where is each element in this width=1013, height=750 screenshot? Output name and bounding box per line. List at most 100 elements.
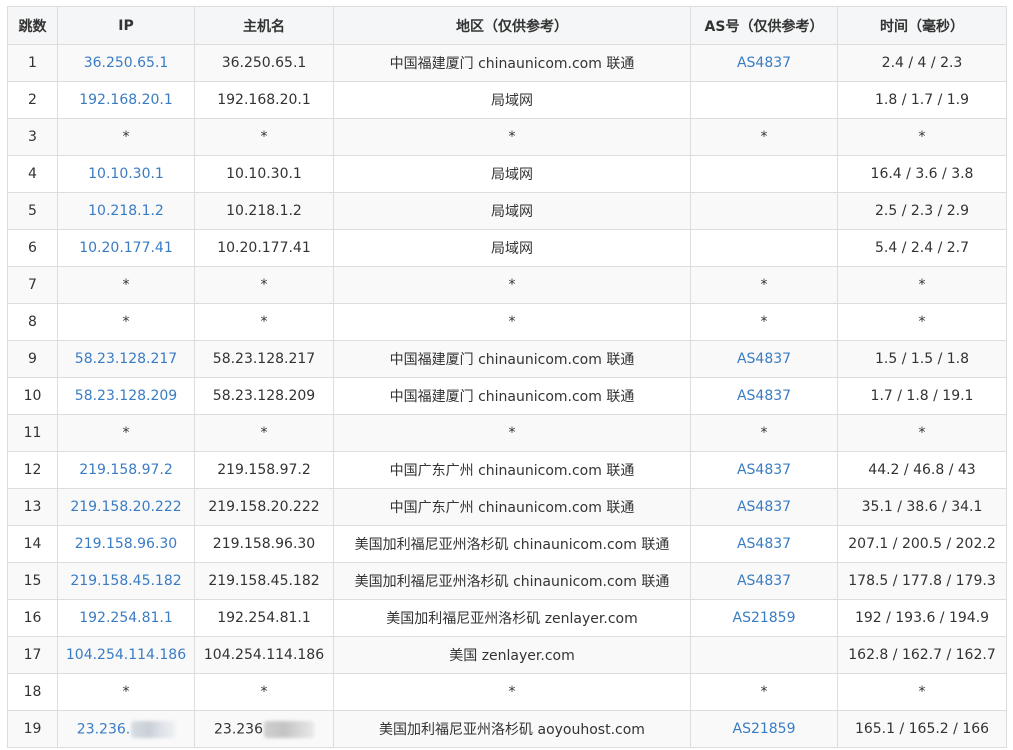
ip-cell-link[interactable]: 10.20.177.41 — [79, 240, 173, 256]
time-cell: * — [837, 303, 1007, 341]
time-cell-text: 178.5 / 177.8 / 179.3 — [848, 573, 996, 589]
hop-cell-text: 18 — [23, 684, 42, 700]
as-cell-text: * — [760, 314, 768, 330]
ip-cell-link[interactable]: 219.158.96.30 — [75, 536, 177, 552]
time-cell: * — [837, 673, 1007, 711]
ip-cell: 219.158.45.182 — [57, 562, 195, 600]
hop-cell: 17 — [7, 636, 58, 674]
as-cell-link[interactable]: AS4837 — [737, 462, 791, 478]
hostname-cell-text: 10.218.1.2 — [226, 203, 302, 219]
hop-cell-text: 14 — [23, 536, 42, 552]
ip-cell-link[interactable]: 10.218.1.2 — [88, 203, 164, 219]
hop-cell-text: 17 — [23, 647, 42, 663]
region-cell-text: 局域网 — [491, 241, 533, 257]
region-cell: 中国广东广州 chinaunicom.com 联通 — [333, 488, 691, 526]
hostname-cell: 192.254.81.1 — [194, 599, 334, 637]
hostname-cell: * — [194, 303, 334, 341]
hostname-cell: 10.10.30.1 — [194, 155, 334, 193]
as-cell: * — [690, 266, 838, 304]
region-cell: 局域网 — [333, 155, 691, 193]
time-cell-text: * — [918, 129, 926, 145]
ip-cell-link[interactable]: 58.23.128.209 — [75, 388, 177, 404]
table-row: 3 * * * * * — [7, 118, 1007, 156]
table-header: 跳数 IP 主机名 地区（仅供参考） AS号（仅供参考） 时间（毫秒） — [7, 6, 1007, 45]
header-hostname: 主机名 — [194, 6, 334, 45]
hop-cell-text: 1 — [28, 55, 37, 71]
time-cell-text: * — [918, 425, 926, 441]
as-cell: * — [690, 118, 838, 156]
as-cell: AS4837 — [690, 44, 838, 82]
hop-cell: 5 — [7, 192, 58, 230]
header-time-ms: 时间（毫秒） — [837, 6, 1007, 45]
ip-cell-link[interactable]: 219.158.20.222 — [70, 499, 181, 515]
as-cell-link[interactable]: AS4837 — [737, 55, 791, 71]
hop-cell-text: 6 — [28, 240, 37, 256]
hop-cell: 13 — [7, 488, 58, 526]
time-cell-text: * — [918, 684, 926, 700]
table-row: 15 219.158.45.182 219.158.45.182 美国加利福尼亚州洛杉… — [7, 562, 1007, 600]
ip-cell-link[interactable]: 58.23.128.217 — [75, 351, 177, 367]
table-row: 11 * * * * * — [7, 414, 1007, 452]
region-cell: 中国福建厦门 chinaunicom.com 联通 — [333, 44, 691, 82]
ip-cell-link[interactable]: 36.250.65.1 — [84, 55, 169, 71]
ip-cell-link[interactable]: 104.254.114.186 — [66, 647, 186, 663]
as-cell-link[interactable]: AS4837 — [737, 388, 791, 404]
hostname-cell: * — [194, 414, 334, 452]
as-cell-link[interactable]: AS21859 — [733, 610, 796, 626]
ip-cell-link[interactable]: 192.254.81.1 — [79, 610, 173, 626]
region-cell: 局域网 — [333, 229, 691, 267]
region-cell: * — [333, 414, 691, 452]
time-cell-text: 207.1 / 200.5 / 202.2 — [848, 536, 996, 552]
as-cell: * — [690, 414, 838, 452]
header-hop: 跳数 — [7, 6, 58, 45]
ip-cell-link[interactable]: 10.10.30.1 — [88, 166, 164, 182]
ip-cell: 10.20.177.41 — [57, 229, 195, 267]
ip-cell-link[interactable]: 192.168.20.1 — [79, 92, 173, 108]
header-as-number: AS号（仅供参考） — [690, 6, 838, 45]
hop-cell: 4 — [7, 155, 58, 193]
ip-cell-link[interactable]: 23.236. — [77, 721, 130, 737]
hop-cell-text: 3 — [28, 129, 37, 145]
time-cell-text: 2.5 / 2.3 / 2.9 — [874, 203, 970, 219]
region-cell: 美国加利福尼亚州洛杉矶 zenlayer.com — [333, 599, 691, 637]
hop-cell: 12 — [7, 451, 58, 489]
ip-cell-link[interactable]: 219.158.97.2 — [79, 462, 173, 478]
hop-cell-text: 16 — [23, 610, 42, 626]
hostname-cell: 219.158.20.222 — [194, 488, 334, 526]
as-cell: AS4837 — [690, 377, 838, 415]
time-cell: 16.4 / 3.6 / 3.8 — [837, 155, 1007, 193]
time-cell: 35.1 / 38.6 / 34.1 — [837, 488, 1007, 526]
region-cell-text: * — [508, 314, 516, 330]
as-cell-link[interactable]: AS4837 — [737, 573, 791, 589]
header-row: 跳数 IP 主机名 地区（仅供参考） AS号（仅供参考） 时间（毫秒） — [7, 6, 1007, 45]
time-cell: 165.1 / 165.2 / 166 — [837, 710, 1007, 748]
table-row: 5 10.218.1.2 10.218.1.2 局域网 2.5 / 2.3 / 2.9 — [7, 192, 1007, 230]
table-row: 8 * * * * * — [7, 303, 1007, 341]
hostname-cell: 58.23.128.217 — [194, 340, 334, 378]
as-cell-link[interactable]: AS21859 — [733, 721, 796, 737]
region-cell-text: 美国加利福尼亚州洛杉矶 chinaunicom.com 联通 — [354, 537, 670, 553]
as-cell-link[interactable]: AS4837 — [737, 499, 791, 515]
time-cell-text: 1.5 / 1.5 / 1.8 — [874, 351, 970, 367]
region-cell: 中国福建厦门 chinaunicom.com 联通 — [333, 340, 691, 378]
ip-cell: 23.236. — [57, 710, 195, 748]
table-row: 6 10.20.177.41 10.20.177.41 局域网 5.4 / 2.4 / … — [7, 229, 1007, 267]
hop-cell-text: 4 — [28, 166, 37, 182]
hostname-cell: 58.23.128.209 — [194, 377, 334, 415]
as-cell — [690, 155, 838, 193]
hop-cell-text: 10 — [23, 388, 42, 404]
hop-cell: 3 — [7, 118, 58, 156]
hop-cell: 8 — [7, 303, 58, 341]
ip-cell-link[interactable]: 219.158.45.182 — [70, 573, 181, 589]
as-cell-link[interactable]: AS4837 — [737, 351, 791, 367]
time-cell: 1.8 / 1.7 / 1.9 — [837, 81, 1007, 119]
time-cell-text: 1.8 / 1.7 / 1.9 — [874, 92, 970, 108]
hostname-cell-text: 58.23.128.209 — [212, 388, 316, 404]
time-cell: * — [837, 414, 1007, 452]
hop-cell-text: 19 — [23, 721, 42, 737]
table-row: 2 192.168.20.1 192.168.20.1 局域网 1.8 / 1.7 / … — [7, 81, 1007, 119]
as-cell: AS4837 — [690, 451, 838, 489]
as-cell-link[interactable]: AS4837 — [737, 536, 791, 552]
region-cell: * — [333, 266, 691, 304]
hop-cell-text: 15 — [23, 573, 42, 589]
